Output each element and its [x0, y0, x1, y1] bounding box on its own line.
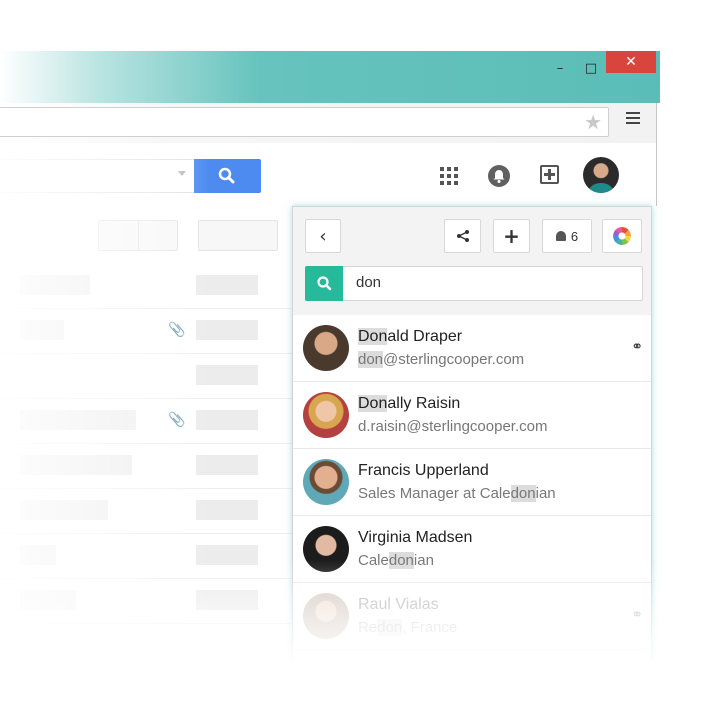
contact-name: Francis Upperland: [358, 462, 489, 479]
compose-plus-icon[interactable]: [540, 165, 559, 184]
contact-subtitle: d.raisin@sterlingcooper.com: [358, 418, 548, 435]
search-icon: [305, 266, 343, 301]
contact-item[interactable]: Donally Raisin d.raisin@sterlingcooper.c…: [293, 382, 651, 449]
panel-header: ‹ + 6: [293, 207, 651, 316]
table-row[interactable]: [0, 353, 292, 399]
bookmark-star-icon[interactable]: ★: [584, 110, 602, 135]
close-icon: ✕: [625, 54, 637, 70]
link-icon[interactable]: ⚭: [631, 607, 643, 623]
notifications-button[interactable]: 6: [542, 219, 592, 253]
add-contact-button[interactable]: +: [493, 219, 530, 253]
contact-item[interactable]: Raul Vialas Redon, France ⚭: [293, 583, 651, 650]
back-button[interactable]: ‹: [305, 219, 341, 253]
attachment-icon: 📎: [168, 322, 186, 338]
contact-name: Raul Vialas: [358, 596, 439, 613]
contact-name: Donally Raisin: [358, 395, 461, 412]
contact-subtitle: Redon, France: [358, 619, 458, 636]
search-options-chevron-icon[interactable]: [178, 171, 186, 176]
contact-avatar: [303, 392, 349, 438]
table-row[interactable]: 📎: [0, 398, 292, 444]
search-icon: [218, 167, 235, 184]
contact-subtitle: don@sterlingcooper.com: [358, 351, 525, 368]
app-logo-button[interactable]: [602, 219, 642, 253]
notification-count: 6: [570, 228, 579, 244]
apps-grid-icon[interactable]: [440, 167, 458, 185]
app-header: [0, 143, 657, 206]
contact-item[interactable]: Virginia Madsen Caledonian: [293, 516, 651, 583]
table-row[interactable]: [0, 533, 292, 579]
attachment-icon: 📎: [168, 412, 186, 428]
table-row[interactable]: [0, 578, 292, 624]
maximize-button[interactable]: □: [579, 57, 603, 79]
address-bar[interactable]: ★: [0, 107, 609, 137]
profile-avatar[interactable]: [583, 157, 619, 193]
browser-menu-icon[interactable]: [626, 112, 640, 127]
share-button[interactable]: [444, 219, 481, 253]
share-icon: [456, 230, 469, 242]
table-row[interactable]: 📎: [0, 308, 292, 354]
minimize-icon: –: [556, 60, 564, 76]
notifications-icon[interactable]: [488, 165, 510, 187]
contact-avatar: [303, 325, 349, 371]
table-row[interactable]: [0, 443, 292, 489]
window-titlebar: – □ ✕: [0, 51, 660, 103]
close-button[interactable]: ✕: [606, 51, 656, 73]
contact-avatar: [303, 459, 349, 505]
table-row[interactable]: [0, 488, 292, 534]
contact-name: Virginia Madsen: [358, 529, 473, 546]
contact-search-input[interactable]: [356, 274, 626, 291]
contact-item[interactable]: Francis Upperland Sales Manager at Caled…: [293, 449, 651, 516]
toolbar-more-button[interactable]: [198, 220, 278, 251]
contacts-sidebar-panel: ‹ + 6 Donald Draper don@sterlingcooper.c…: [292, 206, 652, 666]
app-logo-icon: [613, 227, 631, 245]
plus-icon: +: [503, 224, 520, 248]
maximize-icon: □: [584, 60, 598, 76]
minimize-button[interactable]: –: [548, 57, 572, 79]
mail-search-input[interactable]: [0, 159, 195, 193]
contact-search-field[interactable]: [305, 266, 643, 301]
bell-icon: [555, 231, 566, 241]
inbox-list: 📎 📎: [0, 206, 292, 666]
contact-avatar: [303, 526, 349, 572]
contact-item[interactable]: Donald Draper don@sterlingcooper.com ⚭: [293, 315, 651, 382]
contact-subtitle: Sales Manager at Caledonian: [358, 485, 556, 502]
link-icon[interactable]: ⚭: [631, 339, 643, 355]
chevron-left-icon: ‹: [319, 225, 327, 247]
mail-search-button[interactable]: [194, 159, 261, 193]
table-row[interactable]: [0, 263, 292, 309]
browser-toolbar: ★: [0, 103, 657, 143]
contact-avatar: [303, 593, 349, 639]
contact-name: Donald Draper: [358, 328, 463, 345]
contact-subtitle: Caledonian: [358, 552, 434, 569]
